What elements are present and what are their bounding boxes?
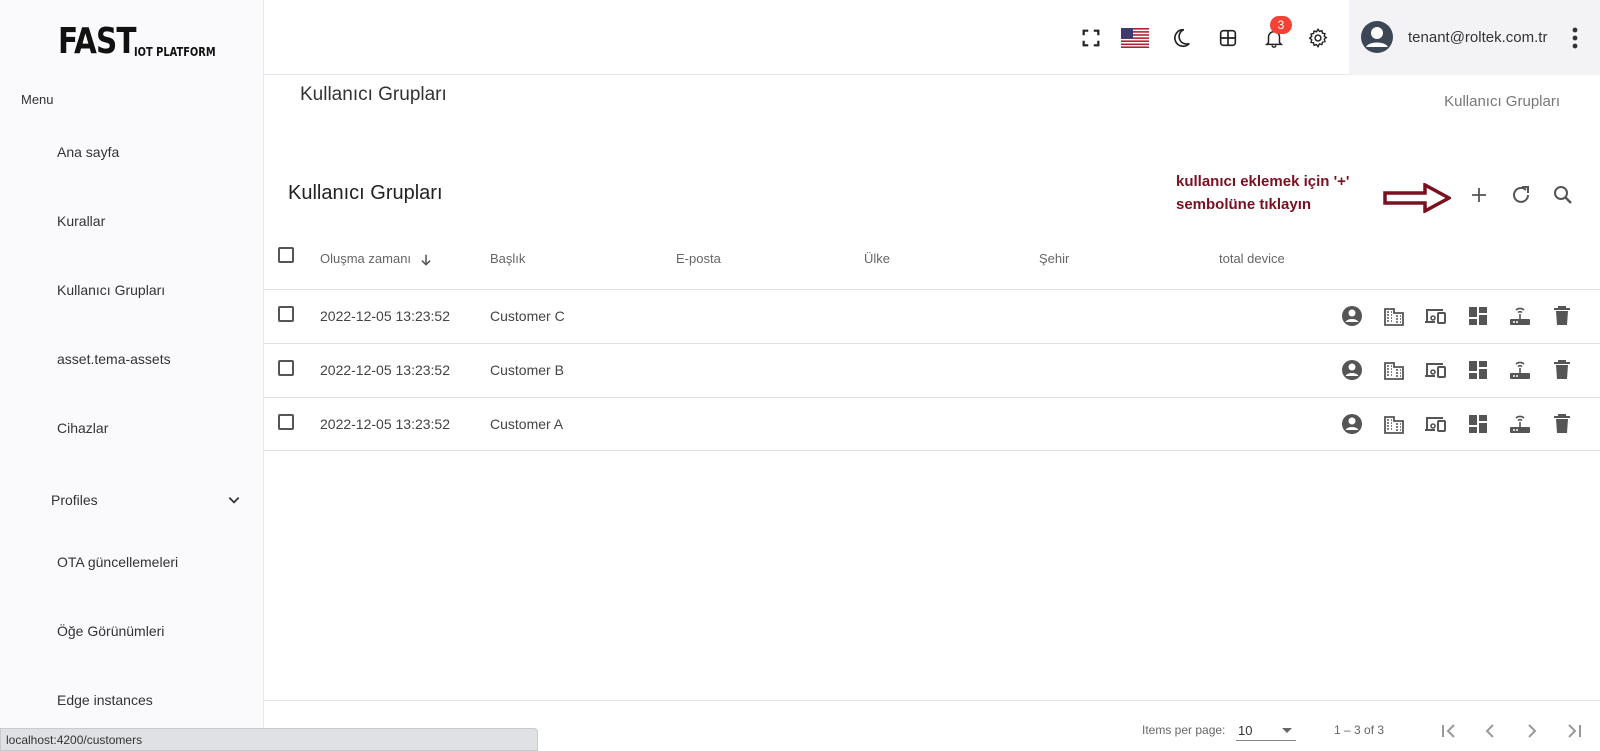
items-per-page-label: Items per page:: [1142, 723, 1226, 737]
menu-caption: Menu: [21, 92, 54, 107]
column-total-device[interactable]: total device: [1219, 251, 1285, 266]
delete-icon[interactable]: [1550, 358, 1574, 382]
page-size-select[interactable]: 10: [1236, 719, 1296, 741]
moon-icon[interactable]: [1170, 27, 1192, 49]
account-circle-icon: [1361, 21, 1393, 53]
page-range: 1 – 3 of 3: [1334, 723, 1385, 737]
building-icon[interactable]: [1382, 412, 1406, 436]
sidebar-item-customers[interactable]: Kullanıcı Grupları: [57, 282, 165, 298]
user-email: tenant@roltek.com.tr: [1408, 29, 1548, 46]
logo[interactable]: FAST IOT PLATFORM: [58, 18, 234, 60]
sidebar-item-ota[interactable]: OTA güncellemeleri: [57, 554, 178, 570]
column-created[interactable]: Oluşma zamanı: [320, 251, 433, 267]
cell-title: Customer A: [490, 416, 564, 432]
browser-status-bar: localhost:4200/customers: [0, 728, 538, 751]
row-checkbox[interactable]: [278, 414, 294, 430]
column-email[interactable]: E-posta: [676, 251, 721, 266]
cell-created: 2022-12-05 13:23:52: [320, 362, 450, 378]
page-size-value: 10: [1238, 723, 1253, 738]
building-icon[interactable]: [1382, 358, 1406, 382]
building-icon[interactable]: [1382, 304, 1406, 328]
search-icon[interactable]: [1551, 183, 1575, 207]
column-title[interactable]: Başlık: [490, 251, 525, 266]
sidebar-item-entity-views[interactable]: Öğe Görünümleri: [57, 623, 164, 639]
card-title: Kullanıcı Grupları: [288, 182, 443, 204]
logo-main-text: FAST: [58, 21, 137, 62]
sidebar-item-home[interactable]: Ana sayfa: [57, 144, 119, 160]
account-icon[interactable]: [1340, 304, 1364, 328]
user-menu[interactable]: tenant@roltek.com.tr: [1349, 0, 1600, 75]
us-flag-icon[interactable]: [1121, 28, 1149, 48]
caret-down-icon: [1282, 728, 1292, 733]
cell-created: 2022-12-05 13:23:52: [320, 308, 450, 324]
table-row[interactable]: 2022-12-05 13:23:52 Customer B: [264, 343, 1600, 397]
apps-grid-icon[interactable]: [1217, 27, 1239, 49]
instruction-annotation: kullanıcı eklemek için '+' sembolüne tık…: [1176, 170, 1349, 216]
last-page-icon[interactable]: [1562, 719, 1586, 743]
column-created-label: Oluşma zamanı: [320, 251, 412, 266]
sidebar-item-profiles-label: Profiles: [51, 492, 98, 508]
sidebar-item-devices[interactable]: Cihazlar: [57, 420, 108, 436]
column-country[interactable]: Ülke: [864, 251, 890, 266]
devices-icon[interactable]: [1424, 412, 1448, 436]
table-row[interactable]: 2022-12-05 13:23:52 Customer C: [264, 289, 1600, 343]
delete-icon[interactable]: [1550, 412, 1574, 436]
select-all-checkbox[interactable]: [278, 247, 294, 263]
cell-title: Customer C: [490, 308, 565, 324]
breadcrumb[interactable]: Kullanıcı Grupları: [1444, 93, 1560, 110]
arrow-right-icon: [1383, 183, 1451, 213]
page-title: Kullanıcı Grupları: [300, 84, 447, 105]
arrow-down-icon: [421, 254, 431, 266]
customers-table: Oluşma zamanı Başlık E-posta Ülke Şehir …: [264, 233, 1600, 451]
annotation-line-1: kullanıcı eklemek için '+': [1176, 173, 1350, 190]
router-icon[interactable]: [1508, 412, 1532, 436]
devices-icon[interactable]: [1424, 358, 1448, 382]
sidebar-item-rules[interactable]: Kurallar: [57, 213, 105, 229]
status-url: localhost:4200/customers: [6, 733, 143, 747]
notification-badge: 3: [1270, 16, 1292, 34]
refresh-icon[interactable]: [1509, 183, 1533, 207]
router-icon[interactable]: [1508, 358, 1532, 382]
devices-icon[interactable]: [1424, 304, 1448, 328]
account-icon[interactable]: [1340, 358, 1364, 382]
fullscreen-icon[interactable]: [1080, 27, 1102, 49]
row-checkbox[interactable]: [278, 360, 294, 376]
top-header: 3 tenant@roltek.com.tr: [264, 0, 1600, 75]
column-city[interactable]: Şehir: [1039, 251, 1069, 266]
add-icon[interactable]: [1467, 183, 1491, 207]
sidebar-item-assets[interactable]: asset.tema-assets: [57, 351, 171, 367]
sidebar-item-edge[interactable]: Edge instances: [57, 692, 153, 708]
sidebar: FAST IOT PLATFORM Menu Ana sayfa Kuralla…: [0, 0, 264, 751]
previous-page-icon[interactable]: [1478, 719, 1502, 743]
dashboard-icon[interactable]: [1466, 358, 1490, 382]
cell-title: Customer B: [490, 362, 564, 378]
account-icon[interactable]: [1340, 412, 1364, 436]
table-row[interactable]: 2022-12-05 13:23:52 Customer A: [264, 397, 1600, 451]
first-page-icon[interactable]: [1437, 719, 1461, 743]
next-page-icon[interactable]: [1520, 719, 1544, 743]
dashboard-icon[interactable]: [1466, 304, 1490, 328]
gear-icon[interactable]: [1307, 27, 1329, 49]
logo-sub-text: IOT PLATFORM: [134, 45, 216, 59]
delete-icon[interactable]: [1550, 304, 1574, 328]
chevron-down-icon: [228, 497, 240, 504]
cell-created: 2022-12-05 13:23:52: [320, 416, 450, 432]
annotation-line-2: sembolüne tıklayın: [1176, 196, 1312, 213]
more-vert-icon[interactable]: [1572, 27, 1578, 49]
table-header: Oluşma zamanı Başlık E-posta Ülke Şehir …: [264, 233, 1600, 289]
router-icon[interactable]: [1508, 304, 1532, 328]
sidebar-item-profiles[interactable]: Profiles: [51, 492, 241, 508]
dashboard-icon[interactable]: [1466, 412, 1490, 436]
row-checkbox[interactable]: [278, 306, 294, 322]
